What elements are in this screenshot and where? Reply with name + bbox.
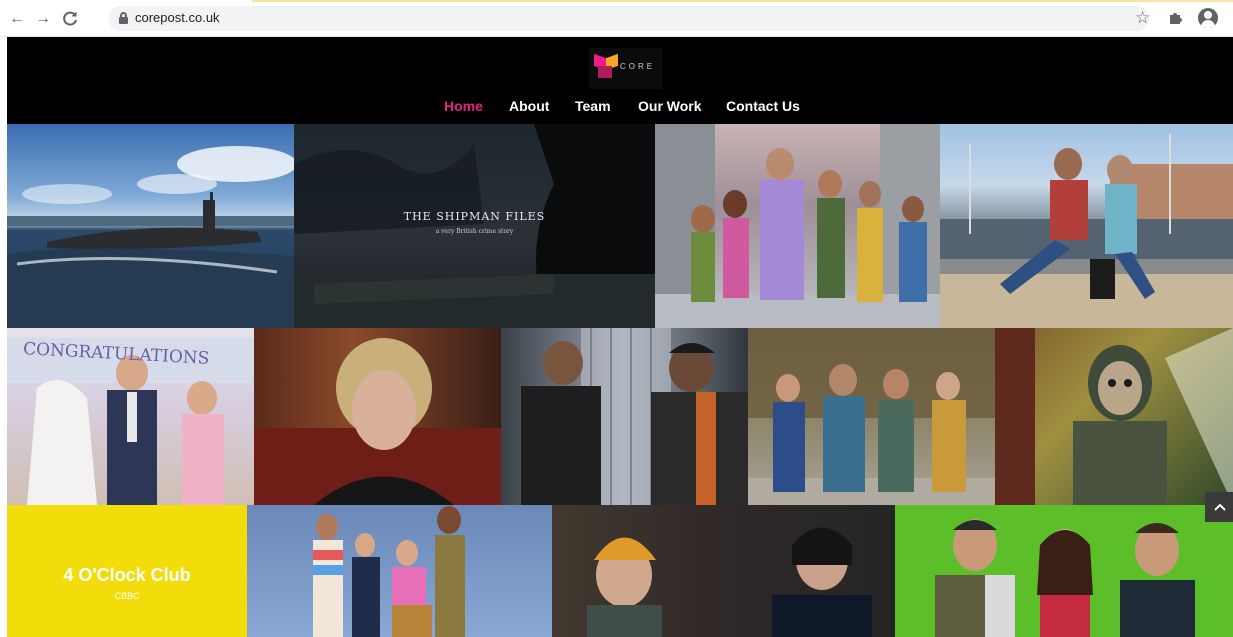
tile-submarine[interactable]	[7, 124, 294, 328]
shipman-subtitle: a very British crime story	[435, 228, 514, 235]
confrontation-image	[521, 328, 748, 505]
club-title: 4 O'Clock Club	[63, 565, 191, 585]
scroll-to-top-button[interactable]	[1205, 492, 1233, 522]
logo-cube-icon	[594, 53, 618, 80]
theatre-portrait-image	[254, 338, 501, 505]
bookmark-star-icon[interactable]: ☆	[1135, 8, 1150, 28]
tile-wedding[interactable]: CONGRATULATIONS	[7, 328, 254, 505]
tile-harbour-couple[interactable]	[940, 124, 1233, 328]
lock-icon	[119, 12, 128, 24]
graveyard-image	[294, 124, 655, 328]
tile-green-cast[interactable]	[895, 505, 1233, 637]
tile-two-detectives[interactable]	[552, 505, 895, 637]
nav-our-work[interactable]: Our Work	[638, 98, 702, 114]
chevron-up-icon	[1214, 503, 1226, 511]
address-bar[interactable]	[109, 6, 1149, 31]
street-group-image	[655, 124, 940, 328]
detectives-image	[552, 505, 895, 637]
nav-team[interactable]: Team	[575, 98, 611, 114]
profile-avatar-icon[interactable]	[1198, 8, 1218, 28]
tile-masked-figure[interactable]	[995, 328, 1233, 505]
tile-shipman-files[interactable]: THE SHIPMAN FILES a very British crime s…	[294, 124, 655, 328]
back-icon[interactable]: ←	[7, 9, 27, 29]
family-garden-image	[748, 328, 995, 505]
forward-icon[interactable]: →	[33, 9, 53, 29]
core-logo[interactable]: CORE	[589, 48, 662, 89]
tile-family-garden[interactable]	[748, 328, 995, 505]
tile-comedy-cast[interactable]	[247, 505, 552, 637]
url-text[interactable]: corepost.co.uk	[135, 10, 220, 25]
shipman-title: THE SHIPMAN FILES	[403, 210, 546, 223]
tab-indicator	[252, 0, 1233, 2]
tile-confrontation[interactable]	[501, 328, 748, 505]
comedy-cast-image	[313, 506, 465, 637]
green-cast-image	[935, 519, 1195, 637]
reload-icon[interactable]	[60, 9, 80, 29]
browser-toolbar: ← → corepost.co.uk ☆	[0, 0, 1233, 37]
logo-text: CORE	[620, 62, 656, 71]
tile-street-group[interactable]	[655, 124, 940, 328]
tile-4-oclock-club[interactable]: 4 O'Clock Club CBBC	[7, 505, 247, 637]
harbour-image	[940, 134, 1233, 328]
tile-woman-theatre[interactable]	[254, 328, 501, 505]
submarine-image	[7, 146, 294, 328]
nav-contact-us[interactable]: Contact Us	[726, 98, 800, 114]
club-channel: CBBC	[114, 591, 140, 601]
nav-about[interactable]: About	[509, 98, 549, 114]
masked-figure-image	[995, 328, 1233, 505]
extensions-icon[interactable]	[1168, 8, 1183, 29]
nav-home[interactable]: Home	[444, 98, 483, 114]
